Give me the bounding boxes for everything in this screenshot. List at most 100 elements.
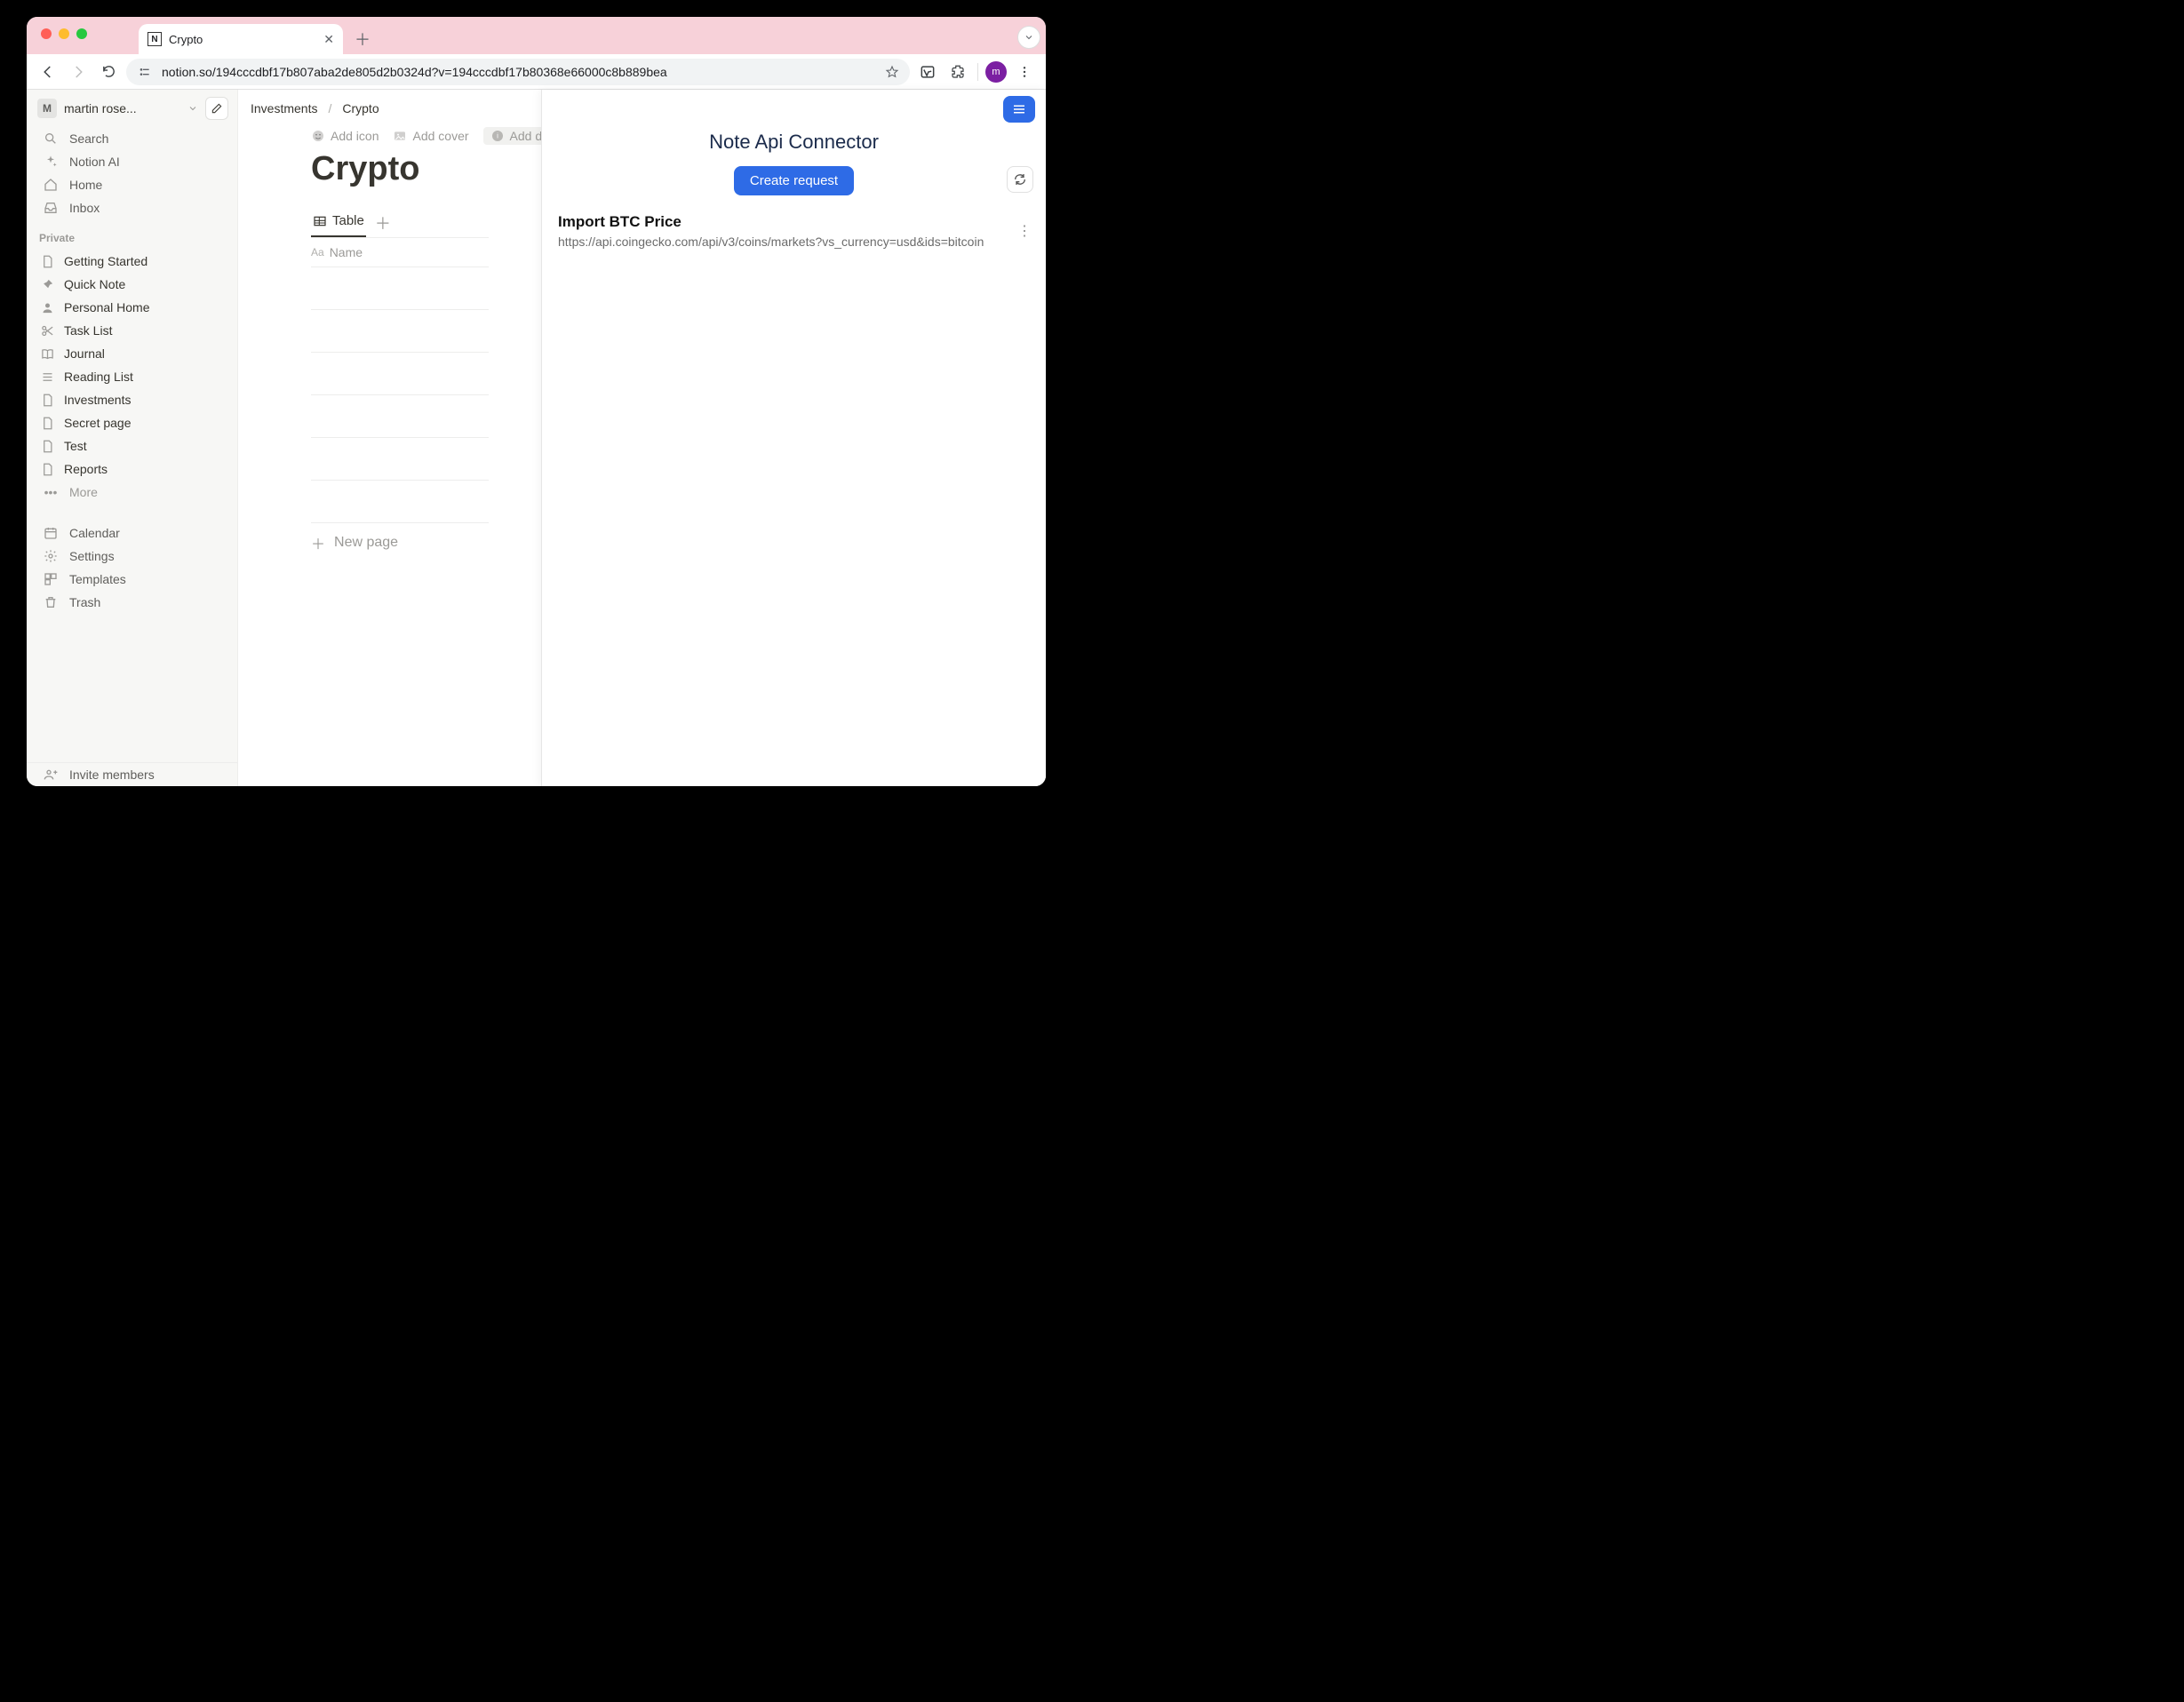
- doc-icon: [39, 394, 55, 407]
- doc-icon: [39, 417, 55, 430]
- invite-label: Invite members: [69, 767, 155, 782]
- maximize-window-button[interactable]: [76, 28, 87, 39]
- page-label: Secret page: [64, 416, 132, 430]
- sidebar-page-personal-home[interactable]: Personal Home: [27, 296, 237, 319]
- sparkle-icon: [43, 155, 59, 169]
- new-tab-button[interactable]: ＋: [350, 27, 375, 52]
- request-title: Import BTC Price: [558, 213, 1030, 231]
- reload-button[interactable]: [96, 60, 121, 84]
- sidebar-page-investments[interactable]: Investments: [27, 388, 237, 411]
- title-type-icon: Aa: [311, 246, 324, 258]
- sidebar-settings[interactable]: Settings: [30, 545, 234, 568]
- scissors-icon: [39, 324, 55, 338]
- new-page-button[interactable]: ＋ New page: [311, 523, 489, 562]
- view-table-tab[interactable]: Table: [311, 208, 366, 237]
- extension-noteapi-icon[interactable]: [915, 60, 940, 84]
- site-info-icon[interactable]: [137, 64, 153, 80]
- person-icon: [39, 301, 55, 314]
- request-more-icon[interactable]: ⋮: [1017, 222, 1032, 240]
- close-window-button[interactable]: [41, 28, 52, 39]
- templates-icon: [43, 572, 59, 586]
- sidebar-calendar[interactable]: Calendar: [30, 521, 234, 545]
- page-label: Test: [64, 439, 87, 453]
- doc-icon: [39, 255, 55, 268]
- sidebar-inbox[interactable]: Inbox: [30, 196, 234, 219]
- list-icon: [39, 370, 55, 384]
- add-cover-label: Add cover: [412, 129, 468, 143]
- tab-strip: N Crypto ✕ ＋: [27, 17, 1046, 54]
- window-controls: [37, 17, 94, 54]
- separator: [977, 63, 978, 81]
- database-tabs: Table ＋: [311, 208, 489, 238]
- panel-menu-button[interactable]: [1003, 96, 1035, 123]
- people-icon: [43, 767, 59, 782]
- workspace-switcher[interactable]: M martin rose...: [27, 90, 237, 127]
- calendar-icon: [43, 526, 59, 540]
- profile-avatar[interactable]: m: [985, 61, 1007, 83]
- compose-button[interactable]: [205, 97, 228, 120]
- home-icon: [43, 178, 59, 192]
- table-row[interactable]: [311, 353, 489, 395]
- sidebar-page-task-list[interactable]: Task List: [27, 319, 237, 342]
- sidebar-notion-ai[interactable]: Notion AI: [30, 150, 234, 173]
- browser-window: N Crypto ✕ ＋ notion.so/194cccdbf17b807ab…: [27, 17, 1046, 786]
- sidebar-trash[interactable]: Trash: [30, 591, 234, 614]
- sidebar-page-reports[interactable]: Reports: [27, 457, 237, 481]
- book-icon: [39, 347, 55, 361]
- request-item[interactable]: Import BTC Price https://api.coingecko.c…: [542, 195, 1046, 249]
- close-tab-button[interactable]: ✕: [323, 32, 334, 47]
- add-view-button[interactable]: ＋: [375, 211, 391, 235]
- panel-title: Note Api Connector: [542, 129, 1046, 154]
- add-cover-button[interactable]: Add cover: [393, 127, 468, 145]
- breadcrumb-investments[interactable]: Investments: [251, 101, 317, 115]
- more-label: More: [69, 485, 98, 499]
- sidebar-label: Templates: [69, 572, 126, 586]
- back-button[interactable]: [36, 60, 60, 84]
- name-column-header[interactable]: Name: [330, 245, 363, 259]
- table-row[interactable]: [311, 438, 489, 481]
- sidebar-more[interactable]: ••• More: [30, 481, 234, 504]
- page-label: Journal: [64, 346, 105, 361]
- page-label: Personal Home: [64, 300, 150, 314]
- sidebar-page-reading-list[interactable]: Reading List: [27, 365, 237, 388]
- address-bar[interactable]: notion.so/194cccdbf17b807aba2de805d2b032…: [126, 59, 910, 85]
- url-text: notion.so/194cccdbf17b807aba2de805d2b032…: [162, 65, 667, 79]
- tab-title: Crypto: [169, 33, 203, 46]
- workspace-avatar: M: [37, 99, 57, 118]
- browser-menu-button[interactable]: [1012, 60, 1037, 84]
- note-api-connector-panel: Note Api Connector Create request Import…: [541, 90, 1046, 786]
- sidebar-search[interactable]: Search: [30, 127, 234, 150]
- table-row[interactable]: [311, 310, 489, 353]
- sidebar-page-journal[interactable]: Journal: [27, 342, 237, 365]
- sidebar-page-test[interactable]: Test: [27, 434, 237, 457]
- sidebar-templates[interactable]: Templates: [30, 568, 234, 591]
- extensions-icon[interactable]: [945, 60, 970, 84]
- page-label: Reading List: [64, 370, 133, 384]
- invite-members[interactable]: Invite members: [30, 763, 234, 786]
- breadcrumb-crypto[interactable]: Crypto: [342, 101, 379, 115]
- table-row[interactable]: [311, 481, 489, 523]
- chevron-down-icon: [187, 103, 198, 114]
- trash-icon: [43, 595, 59, 609]
- sidebar-label: Trash: [69, 595, 100, 609]
- gear-icon: [43, 549, 59, 563]
- minimize-window-button[interactable]: [59, 28, 69, 39]
- add-icon-button[interactable]: Add icon: [311, 127, 379, 145]
- doc-icon: [39, 440, 55, 453]
- tabs-dropdown-button[interactable]: [1017, 26, 1040, 49]
- sidebar-page-secret[interactable]: Secret page: [27, 411, 237, 434]
- refresh-button[interactable]: [1007, 166, 1033, 193]
- create-request-button[interactable]: Create request: [734, 166, 854, 195]
- sidebar-label: Home: [69, 178, 102, 192]
- sidebar-label: Notion AI: [69, 155, 120, 169]
- forward-button[interactable]: [66, 60, 91, 84]
- table-row[interactable]: [311, 267, 489, 310]
- browser-tab[interactable]: N Crypto ✕: [139, 24, 343, 54]
- sidebar-page-quick-note[interactable]: Quick Note: [27, 273, 237, 296]
- bookmark-star-icon[interactable]: [885, 65, 899, 79]
- sidebar-home[interactable]: Home: [30, 173, 234, 196]
- add-icon-label: Add icon: [331, 129, 379, 143]
- table-row[interactable]: [311, 395, 489, 438]
- sidebar-page-getting-started[interactable]: Getting Started: [27, 250, 237, 273]
- more-icon: •••: [43, 485, 59, 499]
